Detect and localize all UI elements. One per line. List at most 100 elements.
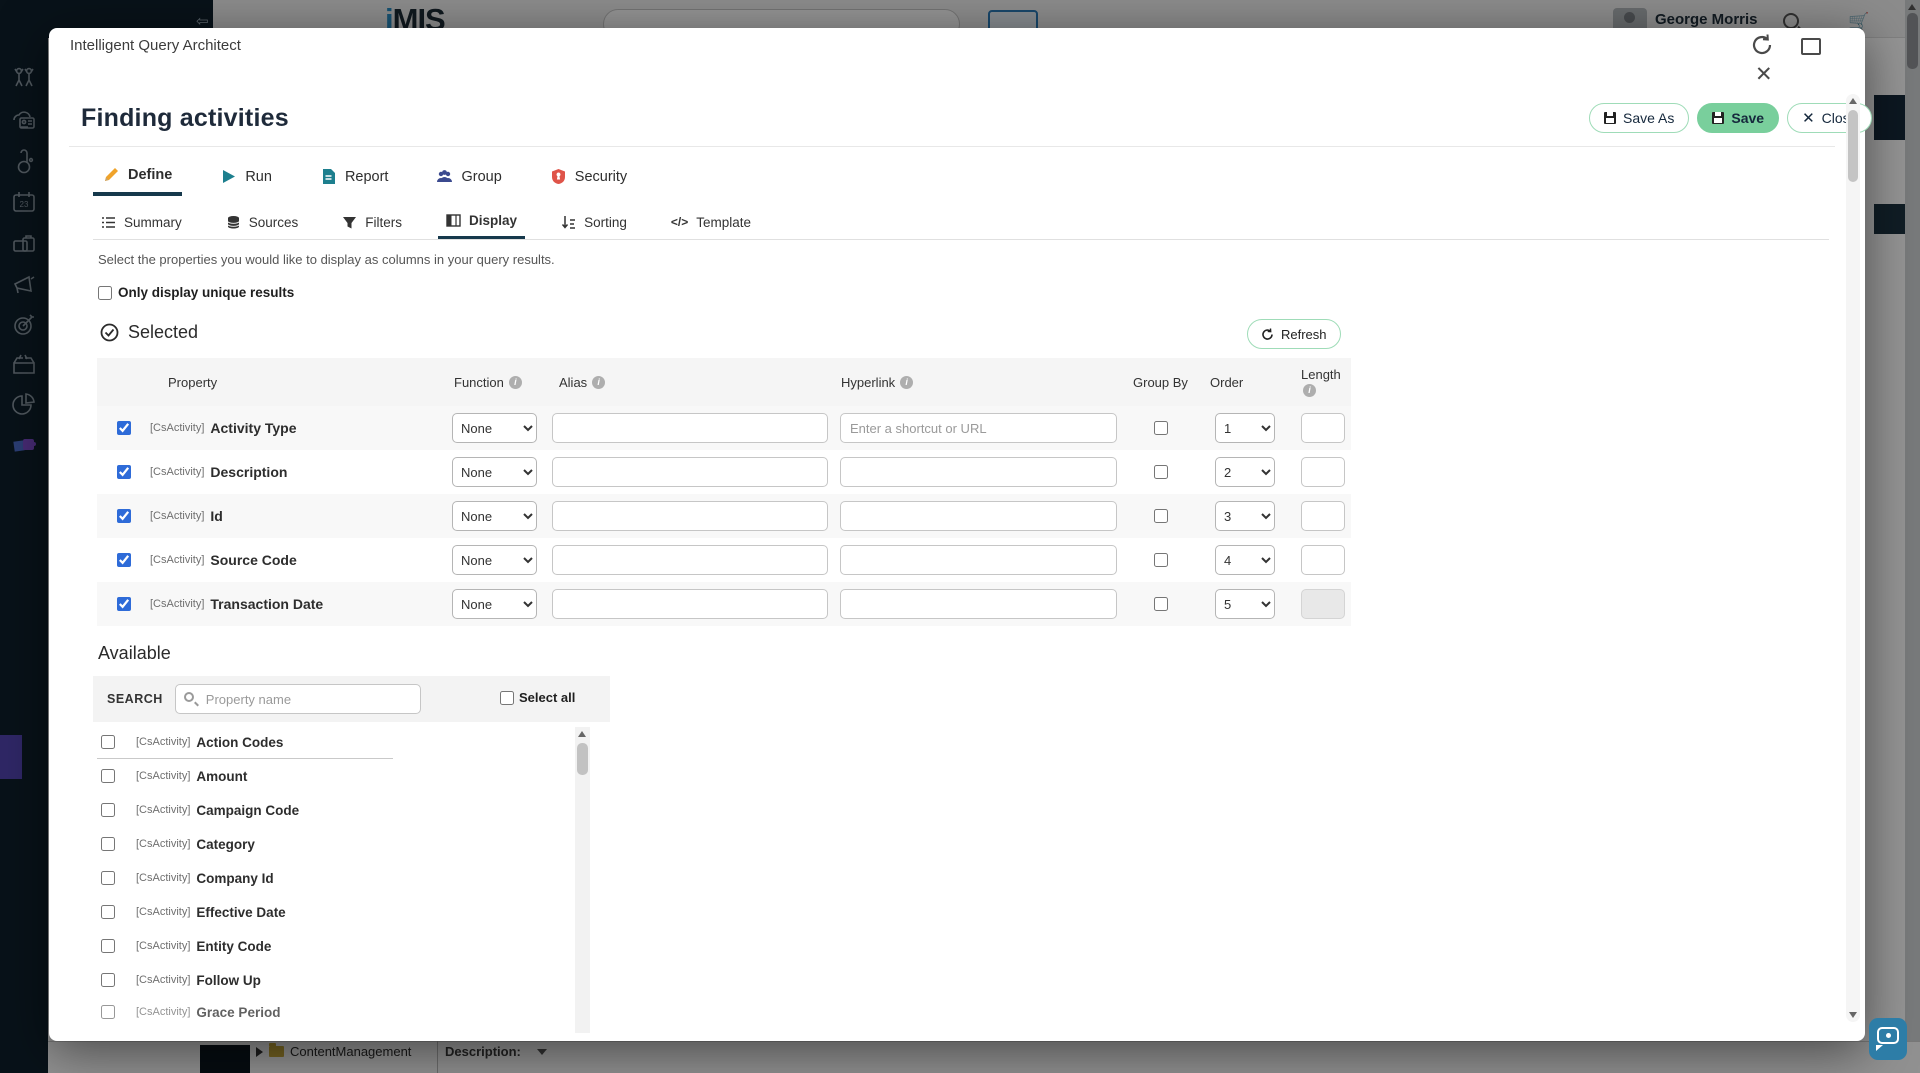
function-select[interactable]: None [452,413,537,443]
property-prefix: [CsActivity] [150,510,204,522]
list-item: [CsActivity] Campaign Code [97,793,575,827]
item-checkbox[interactable] [101,871,115,885]
filter-icon [342,215,357,230]
item-checkbox[interactable] [101,769,115,783]
list-item: [CsActivity] Effective Date [97,895,575,929]
item-checkbox[interactable] [101,939,115,953]
table-row: [CsActivity] Activity Type None 1 [97,406,1351,450]
pencil-icon [103,166,120,183]
item-checkbox[interactable] [101,837,115,851]
list-item: [CsActivity] Amount [97,759,575,793]
group-by-checkbox[interactable] [1154,553,1168,567]
property-search-input[interactable] [175,684,421,714]
length-input[interactable] [1301,501,1345,531]
divider [69,146,1835,147]
tab-run[interactable]: Run [210,160,282,196]
tab-define[interactable]: Define [93,160,182,196]
search-icon [184,692,194,702]
property-prefix: [CsActivity] [150,422,204,434]
list-scrollbar[interactable] [575,727,590,1033]
circle-check-icon [100,323,119,342]
property-prefix: [CsActivity] [150,554,204,566]
row-checkbox[interactable] [117,553,131,567]
selected-section-header: Selected [100,322,198,343]
info-icon[interactable] [509,376,522,389]
item-checkbox[interactable] [101,735,115,749]
hyperlink-input[interactable] [840,589,1117,619]
hyperlink-input[interactable] [840,501,1117,531]
item-checkbox[interactable] [101,1005,115,1019]
list-item: [CsActivity] Category [97,827,575,861]
info-icon[interactable] [1303,384,1316,397]
selected-properties-table: Property Function Alias Hyperlink Group … [97,358,1351,626]
length-input[interactable] [1301,457,1345,487]
tab-template[interactable]: </> Template [663,207,759,239]
length-input[interactable] [1301,413,1345,443]
order-select[interactable]: 5 [1215,589,1275,619]
dialog-content-scrollbar[interactable] [1846,94,1860,1022]
info-icon[interactable] [900,376,913,389]
available-section-title: Available [98,643,171,664]
info-icon[interactable] [592,376,605,389]
search-label: SEARCH [107,692,163,706]
select-all-option[interactable]: Select all [500,690,575,705]
close-dialog-icon[interactable]: ✕ [1755,64,1773,85]
tab-sorting[interactable]: Sorting [553,207,635,239]
item-checkbox[interactable] [101,905,115,919]
function-select[interactable]: None [452,501,537,531]
hyperlink-input[interactable] [840,413,1117,443]
unique-results-checkbox[interactable] [98,286,112,300]
refresh-button[interactable]: Refresh [1247,319,1341,349]
refresh-dialog-icon[interactable] [1749,32,1775,58]
function-select[interactable]: None [452,545,537,575]
order-select[interactable]: 1 [1215,413,1275,443]
hyperlink-input[interactable] [840,545,1117,575]
tab-summary[interactable]: Summary [93,207,190,239]
table-row: [CsActivity]Source Code None 4 [97,538,1351,582]
maximize-icon[interactable] [1801,38,1821,55]
order-select[interactable]: 3 [1215,501,1275,531]
col-hyperlink: Hyperlink [833,375,1122,390]
group-by-checkbox[interactable] [1154,597,1168,611]
tab-sources[interactable]: Sources [218,207,307,239]
tab-display[interactable]: Display [438,207,525,239]
chat-widget-icon[interactable] [1869,1018,1907,1060]
function-select[interactable]: None [452,589,537,619]
select-all-checkbox[interactable] [500,691,514,705]
alias-input[interactable] [552,457,828,487]
item-checkbox[interactable] [101,973,115,987]
tab-group[interactable]: Group [426,160,511,196]
unique-results-option[interactable]: Only display unique results [98,285,294,300]
alias-input[interactable] [552,545,828,575]
function-select[interactable]: None [452,457,537,487]
row-checkbox[interactable] [117,509,131,523]
alias-input[interactable] [552,413,828,443]
sort-icon [561,215,576,230]
tab-report[interactable]: Report [310,160,399,196]
col-function: Function [442,375,545,390]
item-checkbox[interactable] [101,803,115,817]
group-by-checkbox[interactable] [1154,509,1168,523]
property-name: Activity Type [210,420,296,436]
save-icon [1712,112,1724,124]
property-prefix: [CsActivity] [150,466,204,478]
tab-filters[interactable]: Filters [334,207,410,239]
group-by-checkbox[interactable] [1154,421,1168,435]
alias-input[interactable] [552,589,828,619]
row-checkbox[interactable] [117,421,131,435]
col-alias: Alias [545,375,833,390]
save-as-button[interactable]: Save As [1589,103,1689,133]
order-select[interactable]: 2 [1215,457,1275,487]
row-checkbox[interactable] [117,597,131,611]
page-title: Finding activities [81,104,289,133]
length-input[interactable] [1301,545,1345,575]
alias-input[interactable] [552,501,828,531]
close-icon: ✕ [1802,111,1815,126]
hyperlink-input[interactable] [840,457,1117,487]
row-checkbox[interactable] [117,465,131,479]
group-by-checkbox[interactable] [1154,465,1168,479]
order-select[interactable]: 4 [1215,545,1275,575]
tab-security[interactable]: Security [540,160,637,196]
table-row: [CsActivity]Id None 3 [97,494,1351,538]
save-button[interactable]: Save [1697,103,1779,133]
